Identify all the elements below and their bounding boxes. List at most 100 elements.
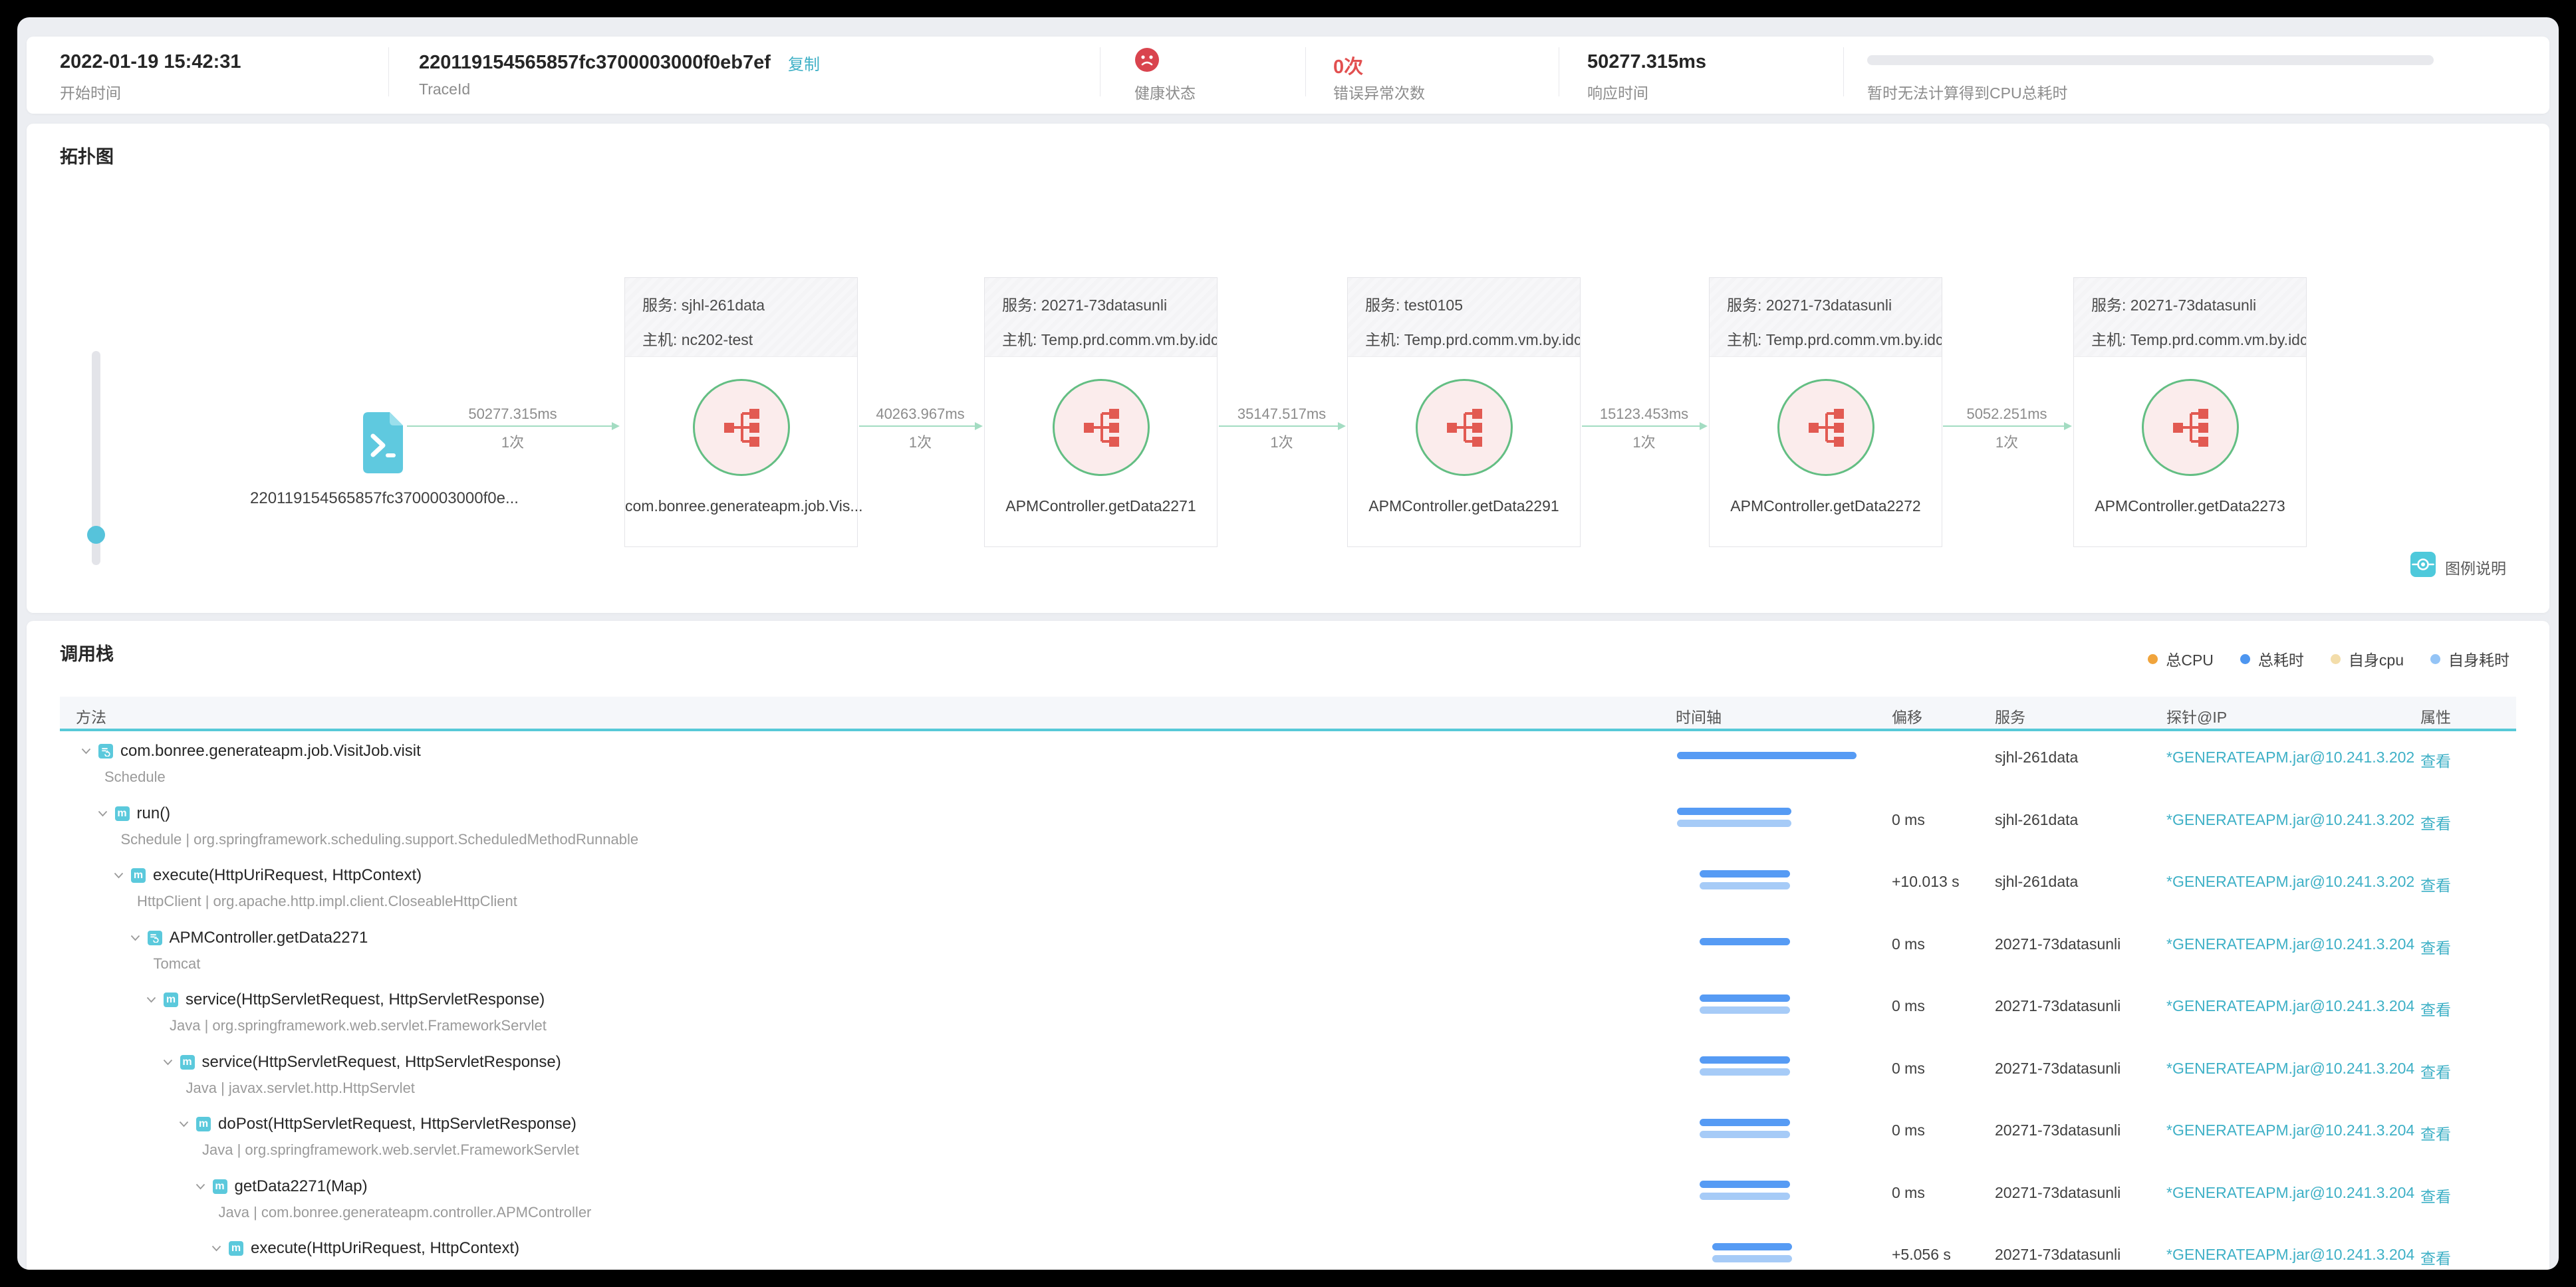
- service-circle[interactable]: [1777, 379, 1874, 476]
- chevron-down-icon[interactable]: [211, 1245, 221, 1252]
- legend-button[interactable]: [2410, 552, 2436, 577]
- view-link[interactable]: 查看: [2420, 1184, 2451, 1207]
- method-cell[interactable]: m com.bonree.generateapm.job.VisitJob.vi…: [81, 742, 421, 760]
- node-host: 主机: Temp.prd.comm.vm.by.idc.b...: [1002, 331, 1217, 348]
- chevron-down-icon[interactable]: [81, 748, 91, 755]
- timeline-bars: [1676, 985, 1857, 1022]
- method-cell[interactable]: m execute(HttpUriRequest, HttpContext): [114, 866, 422, 885]
- probe-ip-link[interactable]: *GENERATEAPM.jar@10.241.3.202: [2166, 873, 2414, 891]
- topology-service-node[interactable]: 服务: 20271-73datasunli 主机: Temp.prd.comm.…: [2073, 277, 2307, 547]
- col-offset: 偏移: [1892, 709, 1922, 726]
- view-link[interactable]: 查看: [2420, 1246, 2451, 1268]
- service-circle[interactable]: [1416, 379, 1513, 476]
- edge-call-count: 1次: [908, 434, 932, 451]
- method-cell[interactable]: m APMController.getData2271: [130, 929, 368, 947]
- offset-value: +10.013 s: [1892, 873, 1960, 890]
- chevron-down-icon[interactable]: [163, 1059, 173, 1066]
- callstack-section: 调用栈 总CPU 总耗时 自身cpu 自身耗时 方法 时间轴 偏移 服务 探针@…: [27, 621, 2549, 1270]
- method-name[interactable]: execute(HttpUriRequest, HttpContext): [251, 1239, 519, 1258]
- callstack-table-header: 方法 时间轴 偏移 服务 探针@IP 属性: [60, 697, 2516, 731]
- method-name[interactable]: execute(HttpUriRequest, HttpContext): [153, 866, 422, 885]
- service-circle[interactable]: [2142, 379, 2239, 476]
- view-link[interactable]: 查看: [2420, 749, 2451, 771]
- probe-ip-link[interactable]: *GENERATEAPM.jar@10.241.3.202: [2166, 811, 2414, 829]
- legend-label: 总耗时: [2257, 651, 2304, 669]
- node-host: 主机: nc202-test: [642, 331, 753, 348]
- start-time-value: 2022-01-19 15:42:31: [60, 51, 241, 72]
- total-time-bar: [1712, 1242, 1793, 1250]
- self-time-bar: [1700, 1130, 1791, 1138]
- method-detail: Schedule: [104, 768, 166, 785]
- method-name[interactable]: run(): [137, 804, 171, 823]
- method-name[interactable]: getData2271(Map): [235, 1177, 368, 1196]
- method-cell[interactable]: m service(HttpServletRequest, HttpServle…: [163, 1053, 561, 1072]
- offset-value: 0 ms: [1892, 1059, 1925, 1077]
- chevron-down-icon[interactable]: [98, 810, 108, 817]
- topology-service-node[interactable]: 服务: sjhl-261data 主机: nc202-test com.bonr…: [624, 277, 863, 547]
- probe-ip-link[interactable]: *GENERATEAPM.jar@10.241.3.204: [2166, 1060, 2414, 1078]
- timeline-bars: [1676, 737, 1857, 774]
- topology-service-node[interactable]: 服务: 20271-73datasunli 主机: Temp.prd.comm.…: [984, 277, 1218, 547]
- chevron-down-icon[interactable]: [179, 1121, 189, 1127]
- view-link[interactable]: 查看: [2420, 997, 2451, 1020]
- probe-ip-link[interactable]: *GENERATEAPM.jar@10.241.3.204: [2166, 1246, 2414, 1264]
- topology-service-node[interactable]: 服务: test0105 主机: Temp.prd.comm.vm.by.idc…: [1347, 277, 1581, 547]
- method-name[interactable]: doPost(HttpServletRequest, HttpServletRe…: [218, 1115, 577, 1133]
- service-circle[interactable]: [1053, 379, 1150, 476]
- offset-value: 0 ms: [1892, 810, 1925, 828]
- method-icon: m: [164, 993, 178, 1007]
- timeline-bars: [1676, 799, 1857, 836]
- sitemap-icon: [2173, 409, 2208, 447]
- copy-trace-id-button[interactable]: 复制: [788, 51, 820, 74]
- col-probe: 探针@IP: [2166, 709, 2228, 726]
- self-time-bar: [1700, 1068, 1791, 1076]
- offset-value: 0 ms: [1892, 1183, 1925, 1201]
- view-link[interactable]: 查看: [2420, 811, 2451, 834]
- view-link[interactable]: 查看: [2420, 1060, 2451, 1082]
- chevron-down-icon[interactable]: [130, 935, 140, 941]
- topology-service-node[interactable]: 服务: 20271-73datasunli 主机: Temp.prd.comm.…: [1709, 277, 1942, 547]
- node-host: 主机: Temp.prd.comm.vm.by.idc.b...: [2091, 331, 2306, 348]
- edge-duration: 5052.251ms: [1966, 406, 2047, 422]
- timeline-bars: [1676, 1234, 1857, 1270]
- trace-script-icon[interactable]: [363, 412, 403, 473]
- method-icon: m: [212, 1179, 227, 1194]
- legend-icon: [2412, 558, 2434, 570]
- method-name[interactable]: com.bonree.generateapm.job.VisitJob.visi…: [120, 742, 421, 760]
- probe-ip-link[interactable]: *GENERATEAPM.jar@10.241.3.204: [2166, 1121, 2414, 1139]
- service-circle[interactable]: [693, 379, 790, 476]
- method-name[interactable]: service(HttpServletRequest, HttpServletR…: [186, 991, 545, 1009]
- view-link[interactable]: 查看: [2420, 873, 2451, 895]
- callstack-title: 调用栈: [60, 644, 114, 664]
- method-cell[interactable]: m doPost(HttpServletRequest, HttpServlet…: [179, 1115, 577, 1133]
- self-time-bar: [1700, 1006, 1791, 1014]
- edge-line: [1219, 422, 1346, 430]
- probe-ip-link[interactable]: *GENERATEAPM.jar@10.241.3.204: [2166, 1184, 2414, 1202]
- method-icon: m: [180, 1054, 195, 1070]
- col-method: 方法: [76, 709, 106, 726]
- legend-item: 自身耗时: [2430, 647, 2510, 670]
- sitemap-icon: [1447, 409, 1482, 447]
- method-name[interactable]: service(HttpServletRequest, HttpServletR…: [202, 1053, 561, 1072]
- probe-ip-link[interactable]: *GENERATEAPM.jar@10.241.3.202: [2166, 749, 2414, 766]
- method-cell[interactable]: m getData2271(Map): [195, 1177, 368, 1196]
- method-name[interactable]: APMController.getData2271: [170, 929, 368, 947]
- self-time-bar: [1677, 820, 1791, 827]
- callstack-row: m service(HttpServletRequest, HttpServle…: [60, 1042, 2516, 1105]
- chevron-down-icon[interactable]: [146, 996, 156, 1003]
- zoom-slider-handle[interactable]: [87, 526, 105, 544]
- method-icon: m: [229, 1241, 243, 1256]
- chevron-down-icon[interactable]: [195, 1183, 205, 1190]
- job-icon: [147, 930, 162, 945]
- probe-ip-link[interactable]: *GENERATEAPM.jar@10.241.3.204: [2166, 935, 2414, 953]
- trace-id-label: TraceId: [419, 80, 471, 98]
- probe-ip-link[interactable]: *GENERATEAPM.jar@10.241.3.204: [2166, 997, 2414, 1015]
- method-cell[interactable]: m run(): [98, 804, 171, 823]
- view-link[interactable]: 查看: [2420, 935, 2451, 958]
- method-cell[interactable]: m service(HttpServletRequest, HttpServle…: [146, 991, 545, 1009]
- method-cell[interactable]: m execute(HttpUriRequest, HttpContext): [211, 1239, 519, 1258]
- chevron-down-icon[interactable]: [114, 872, 124, 879]
- col-attr: 属性: [2420, 709, 2451, 726]
- total-time-bar: [1700, 938, 1791, 945]
- view-link[interactable]: 查看: [2420, 1121, 2451, 1144]
